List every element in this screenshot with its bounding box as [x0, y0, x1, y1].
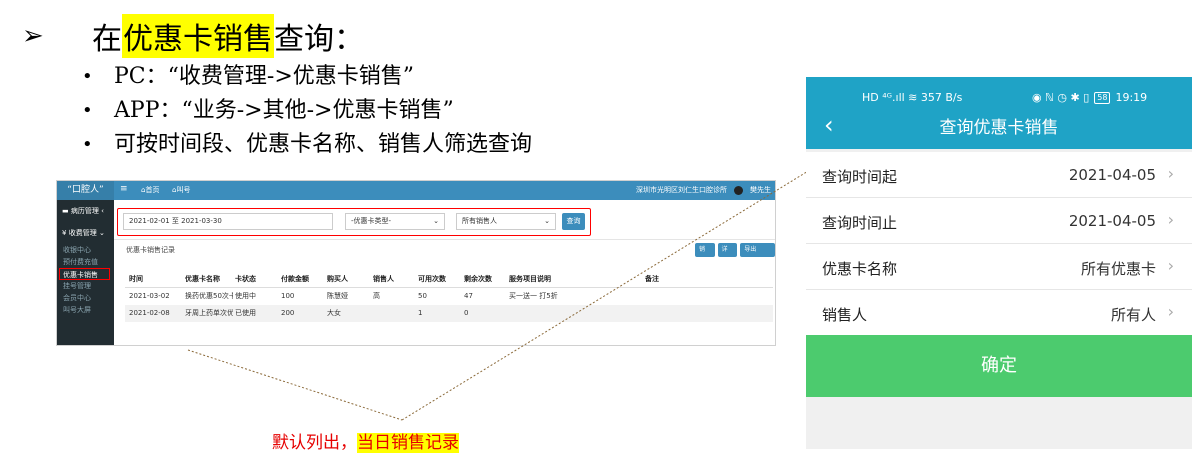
row-value: 2021-04-05	[1068, 212, 1156, 230]
battery-icon: 58	[1094, 91, 1111, 104]
status-left: HD ⁴ᴳ.ıll ≋ 357 B/s	[862, 91, 963, 104]
app-header: HD ⁴ᴳ.ıll ≋ 357 B/s ◉ ℕ ◷ ✱ ▯ 58 19:19 ‹…	[806, 77, 1192, 149]
status-icons: ◉ ℕ ◷ ✱ ▯	[1032, 91, 1090, 104]
row-label: 查询时间起	[822, 168, 898, 186]
chevron-right-icon: ›	[1167, 164, 1174, 183]
status-time: 19:19	[1115, 91, 1148, 104]
row-card-name[interactable]: 优惠卡名称 所有优惠卡 ›	[806, 244, 1192, 290]
app-screenshot: HD ⁴ᴳ.ıll ≋ 357 B/s ◉ ℕ ◷ ✱ ▯ 58 19:19 ‹…	[806, 77, 1192, 449]
status-right: ◉ ℕ ◷ ✱ ▯ 58 19:19	[1032, 91, 1147, 104]
row-label: 优惠卡名称	[822, 260, 898, 278]
caption-highlight: 当日销售记录	[357, 433, 459, 453]
page-title: 查询优惠卡销售	[939, 118, 1059, 138]
caption: 默认列出，当日销售记录	[272, 428, 459, 453]
caption-prefix: 默认列出，	[272, 433, 357, 453]
connector-right-line	[401, 164, 819, 421]
confirm-button[interactable]: 确定	[806, 335, 1192, 397]
connector-left-line	[187, 349, 403, 421]
row-end-date[interactable]: 查询时间止 2021-04-05 ›	[806, 198, 1192, 244]
row-seller[interactable]: 销售人 所有人 ›	[806, 290, 1192, 336]
chevron-right-icon: ›	[1167, 302, 1174, 321]
row-value: 2021-04-05	[1068, 166, 1156, 184]
row-label: 销售人	[822, 306, 868, 324]
chevron-right-icon: ›	[1167, 256, 1174, 275]
chevron-right-icon: ›	[1167, 210, 1174, 229]
row-value: 所有人	[1110, 306, 1156, 324]
filter-form: 查询时间起 2021-04-05 › 查询时间止 2021-04-05 › 优惠…	[806, 152, 1192, 336]
row-value: 所有优惠卡	[1080, 260, 1156, 278]
row-label: 查询时间止	[822, 214, 898, 232]
status-bar: HD ⁴ᴳ.ıll ≋ 357 B/s ◉ ℕ ◷ ✱ ▯ 58 19:19	[806, 91, 1192, 105]
row-start-date[interactable]: 查询时间起 2021-04-05 ›	[806, 152, 1192, 198]
